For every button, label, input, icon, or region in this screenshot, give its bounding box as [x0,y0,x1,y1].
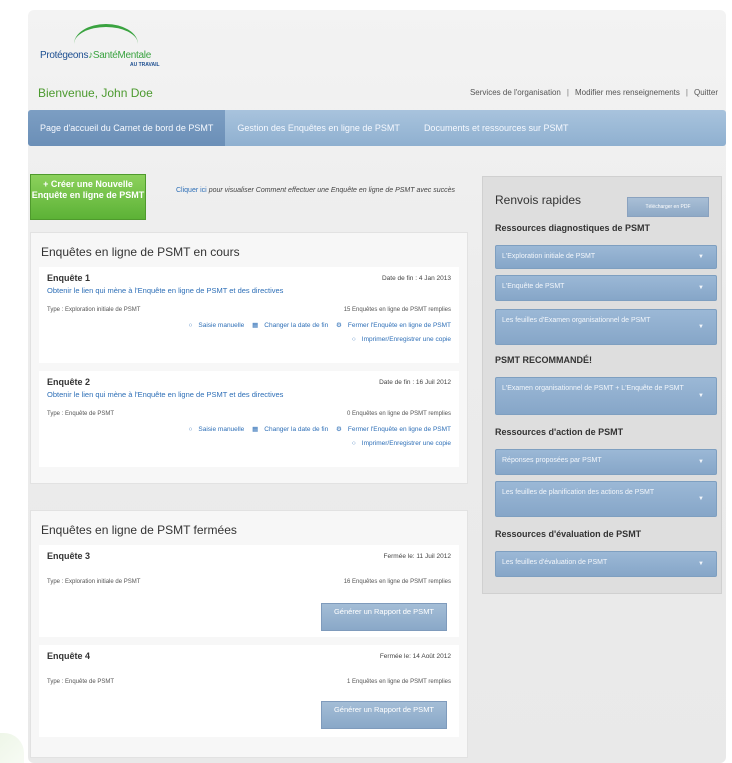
circle-icon: ○ [188,426,193,433]
chevron-down-icon: ▼ [698,561,704,567]
resource-label: Réponses proposées par PSMT [502,457,602,464]
tab-home[interactable]: Page d'accueil du Carnet de bord de PSMT [28,110,226,146]
quick-links-title: Renvois rapides [495,193,582,207]
close-survey-link[interactable]: Fermer l'Enquête en ligne de PSMT [348,426,451,433]
decorative-leaf [0,733,24,763]
resource-link[interactable]: Réponses proposées par PSMT ▼ [495,449,717,475]
survey-count: 1 Enquêtes en ligne de PSMT remplies [347,679,451,685]
survey-type: Type : Exploration initiale de PSMT [47,307,141,313]
resource-label: Les feuilles d'Examen organisationnel de… [502,317,651,324]
section-heading: Ressources diagnostiques de PSMT [495,223,651,233]
resource-link[interactable]: L'Exploration initiale de PSMT ▼ [495,245,717,269]
manual-entry-link[interactable]: Saisie manuelle [198,322,244,329]
chevron-down-icon: ▼ [698,254,704,260]
survey-actions: ○ Saisie manuelle ▦ Changer la date de fin… [47,319,451,347]
open-surveys-panel: Enquêtes en ligne de PSMT en cours Enquê… [30,232,468,484]
print-link[interactable]: Imprimer/Enregistrer une copie [362,440,451,447]
survey-closed-date: Fermée le: 11 Juil 2012 [383,553,451,560]
open-surveys-title: Enquêtes en ligne de PSMT en cours [41,245,240,259]
survey-link[interactable]: Obtenir le lien qui mène à l'Enquête en … [47,286,451,295]
link-services[interactable]: Services de l'organisation [470,88,561,97]
resource-link[interactable]: Les feuilles d'Examen organisationnel de… [495,309,717,345]
change-end-date-link[interactable]: Changer la date de fin [264,426,328,433]
chevron-down-icon: ▼ [698,496,704,502]
create-survey-label: Créer une Nouvelle Enquête en ligne de P… [31,179,145,200]
survey-type: Type : Enquête de PSMT [47,679,115,685]
survey-closed-date: Fermée le: 14 Août 2012 [379,653,451,660]
logo-text-a: Protégeons [40,50,89,61]
help-description: pour visualiser Comment effectuer une En… [208,187,455,194]
calendar-icon: ▦ [252,426,259,433]
plus-icon: + [43,179,49,189]
gear-icon: ⚙ [336,426,342,433]
logo-text-b: SantéMentale [92,50,151,61]
link-edit-profile[interactable]: Modifier mes renseignements [575,88,680,97]
help-link[interactable]: Cliquer ici [176,187,207,194]
download-pdf-button[interactable]: Télécharger en PDF [627,197,709,217]
main-nav: Page d'accueil du Carnet de bord de PSMT… [28,110,726,146]
chevron-down-icon: ▼ [698,459,704,465]
gear-icon: ⚙ [336,322,342,329]
survey-end-date: Date de fin : 4 Jan 2013 [381,275,451,282]
calendar-icon: ▦ [252,322,259,329]
resource-label: L'Exploration initiale de PSMT [502,253,596,260]
logo-text: Protégeons♪SantéMentale [40,50,151,61]
survey-actions: ○ Saisie manuelle ▦ Changer la date de fin… [47,423,451,451]
logo-sub: AU TRAVAIL [130,62,160,68]
resource-label: Les feuilles de planification des action… [502,489,655,496]
quick-links-sidebar: Renvois rapides Télécharger en PDF Resso… [482,176,722,594]
closed-survey-card: Enquête 3 Fermée le: 11 Juil 2012 Type :… [39,545,459,637]
survey-card: Enquête 2 Date de fin : 16 Juil 2012 Obt… [39,371,459,467]
survey-type: Type : Exploration initiale de PSMT [47,579,141,585]
manual-entry-link[interactable]: Saisie manuelle [198,426,244,433]
closed-surveys-title: Enquêtes en ligne de PSMT fermées [41,523,237,537]
generate-report-button[interactable]: Générer un Rapport de PSMT [321,603,447,631]
survey-link[interactable]: Obtenir le lien qui mène à l'Enquête en … [47,390,451,399]
resource-link[interactable]: Les feuilles de planification des action… [495,481,717,517]
survey-count: 15 Enquêtes en ligne de PSMT remplies [343,307,451,313]
tab-surveys[interactable]: Gestion des Enquêtes en ligne de PSMT [225,110,412,146]
resource-link[interactable]: L'Enquête de PSMT ▼ [495,275,717,301]
survey-end-date: Date de fin : 16 Juil 2012 [379,379,451,386]
survey-meta: Type : Enquête de PSMT 0 Enquêtes en lig… [47,411,451,417]
section-heading: PSMT RECOMMANDÉ! [495,355,592,365]
circle-icon: ○ [351,336,356,343]
survey-type: Type : Enquête de PSMT [47,411,115,417]
survey-count: 0 Enquêtes en ligne de PSMT remplies [347,411,451,417]
link-quit[interactable]: Quitter [694,88,718,97]
page-frame: Protégeons♪SantéMentale AU TRAVAIL Bienv… [28,10,726,763]
create-survey-button[interactable]: + Créer une Nouvelle Enquête en ligne de… [30,174,146,220]
survey-meta: Type : Exploration initiale de PSMT 16 E… [47,579,451,585]
resource-label: L'Enquête de PSMT [502,283,565,290]
resource-link[interactable]: Les feuilles d'évaluation de PSMT ▼ [495,551,717,577]
resource-label: Les feuilles d'évaluation de PSMT [502,559,608,566]
generate-report-button[interactable]: Générer un Rapport de PSMT [321,701,447,729]
survey-meta: Type : Enquête de PSMT 1 Enquêtes en lig… [47,679,451,685]
resource-link[interactable]: L'Examen organisationnel de PSMT + L'Enq… [495,377,717,415]
survey-count: 16 Enquêtes en ligne de PSMT remplies [343,579,451,585]
circle-icon: ○ [188,322,193,329]
resource-label: L'Examen organisationnel de PSMT + L'Enq… [502,385,684,392]
print-link[interactable]: Imprimer/Enregistrer une copie [362,336,451,343]
chevron-down-icon: ▼ [698,324,704,330]
logo[interactable]: Protégeons♪SantéMentale AU TRAVAIL [38,24,188,70]
close-survey-link[interactable]: Fermer l'Enquête en ligne de PSMT [348,322,451,329]
closed-surveys-panel: Enquêtes en ligne de PSMT fermées Enquêt… [30,510,468,758]
circle-icon: ○ [351,440,356,447]
help-text: Cliquer ici pour visualiser Comment effe… [176,186,466,196]
change-end-date-link[interactable]: Changer la date de fin [264,322,328,329]
section-heading: Ressources d'action de PSMT [495,427,624,437]
welcome-text: Bienvenue, John Doe [38,86,153,100]
chevron-down-icon: ▼ [698,393,704,399]
closed-survey-card: Enquête 4 Fermée le: 14 Août 2012 Type :… [39,645,459,737]
section-heading: Ressources d'évaluation de PSMT [495,529,642,539]
chevron-down-icon: ▼ [698,285,704,291]
tab-documents[interactable]: Documents et ressources sur PSMT [412,110,581,146]
top-links: Services de l'organisation | Modifier me… [469,88,718,97]
survey-card: Enquête 1 Date de fin : 4 Jan 2013 Obten… [39,267,459,363]
survey-meta: Type : Exploration initiale de PSMT 15 E… [47,307,451,313]
